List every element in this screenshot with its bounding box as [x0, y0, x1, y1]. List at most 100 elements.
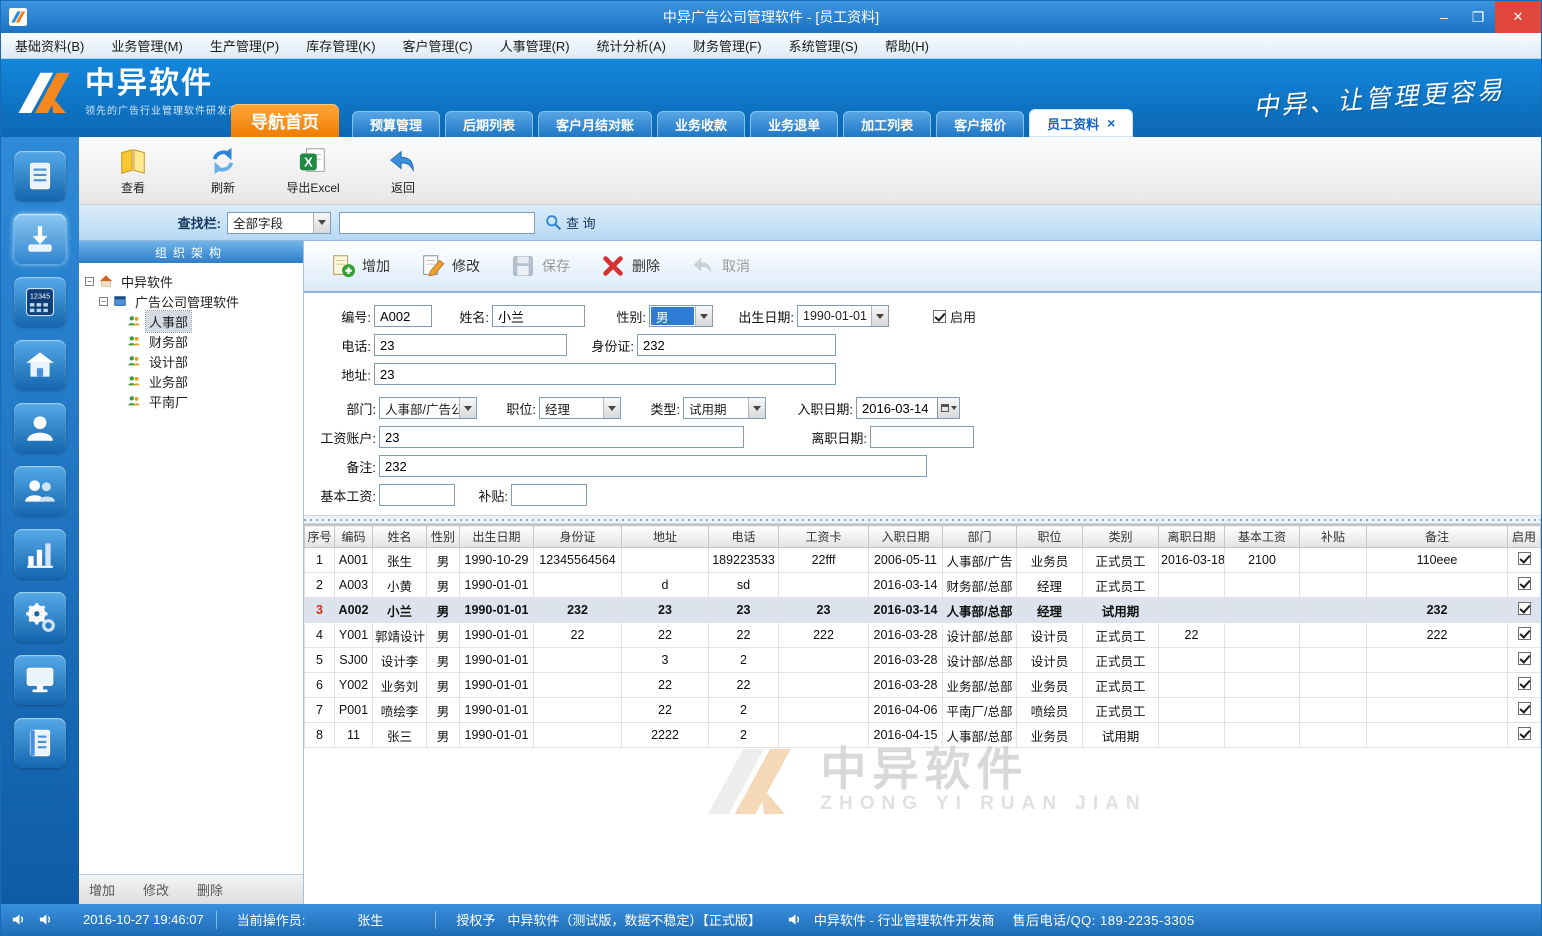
- code-field[interactable]: [374, 305, 432, 327]
- collapse-icon[interactable]: −: [99, 297, 108, 306]
- tree-item-department[interactable]: 设计部: [85, 351, 297, 371]
- row-enabled-checkbox[interactable]: [1518, 602, 1531, 615]
- table-row[interactable]: 4Y001郭靖设计男1990-01-012222222222016-03-28设…: [305, 623, 1541, 648]
- calendar-icon[interactable]: [938, 397, 960, 419]
- idcard-field[interactable]: [637, 334, 836, 356]
- hire-date-field[interactable]: [856, 397, 938, 419]
- back-button[interactable]: 返回: [375, 146, 431, 196]
- chevron-down-icon[interactable]: [695, 306, 712, 326]
- nav-tab[interactable]: 客户报价: [936, 111, 1024, 137]
- dept-select[interactable]: 人事部/广告公: [379, 397, 477, 419]
- tree-item-department[interactable]: 财务部: [85, 331, 297, 351]
- column-header[interactable]: 基本工资: [1225, 526, 1300, 548]
- settings-icon[interactable]: [14, 592, 66, 642]
- chevron-down-icon[interactable]: [871, 306, 888, 326]
- column-header[interactable]: 工资卡: [779, 526, 869, 548]
- user-icon[interactable]: [14, 403, 66, 453]
- type-select[interactable]: 试用期: [683, 397, 766, 419]
- download-icon[interactable]: [14, 214, 66, 264]
- calculator-icon[interactable]: 12345: [14, 277, 66, 327]
- tree-item-root[interactable]: − 中异软件: [85, 271, 297, 291]
- delete-record-button[interactable]: 删除: [600, 253, 660, 279]
- company-icon[interactable]: [14, 340, 66, 390]
- tab-home[interactable]: 导航首页: [231, 104, 339, 137]
- menu-item[interactable]: 业务管理(M): [111, 36, 183, 55]
- menu-item[interactable]: 客户管理(C): [403, 36, 473, 55]
- position-select[interactable]: 经理: [539, 397, 621, 419]
- nav-tab[interactable]: 业务收款: [657, 111, 745, 137]
- splitter-handle[interactable]: [304, 515, 1541, 524]
- table-row[interactable]: 5SJ00设计李男1990-01-01322016-03-28设计部/总部设计员…: [305, 648, 1541, 673]
- search-query-button[interactable]: 查 询: [545, 213, 596, 232]
- search-field-select[interactable]: 全部字段: [227, 212, 331, 234]
- tree-item-department[interactable]: 业务部: [85, 371, 297, 391]
- tree-item-department[interactable]: 人事部: [85, 311, 297, 331]
- column-header[interactable]: 备注: [1367, 526, 1508, 548]
- menu-item[interactable]: 人事管理(R): [500, 36, 570, 55]
- table-row[interactable]: 2A003小黄男1990-01-01dsd2016-03-14财务部/总部经理正…: [305, 573, 1541, 598]
- tree-add-button[interactable]: 增加: [89, 880, 115, 899]
- column-header[interactable]: 序号: [305, 526, 335, 548]
- menu-item[interactable]: 统计分析(A): [597, 36, 666, 55]
- column-header[interactable]: 启用: [1508, 526, 1541, 548]
- row-enabled-checkbox[interactable]: [1518, 727, 1531, 740]
- nav-tab[interactable]: 加工列表: [843, 111, 931, 137]
- row-enabled-checkbox[interactable]: [1518, 652, 1531, 665]
- cancel-record-button[interactable]: 取消: [690, 253, 750, 279]
- speaker-icon[interactable]: [787, 912, 802, 927]
- speaker-icon[interactable]: [38, 912, 53, 927]
- tree-item-software[interactable]: − 广告公司管理软件: [85, 291, 297, 311]
- chevron-down-icon[interactable]: [459, 398, 476, 418]
- table-row[interactable]: 3A002小兰男1990-01-012322323232016-03-14人事部…: [305, 598, 1541, 623]
- nav-tab[interactable]: 客户月结对账: [538, 111, 652, 137]
- name-field[interactable]: [492, 305, 585, 327]
- salary-account-field[interactable]: [379, 426, 744, 448]
- menu-item[interactable]: 基础资料(B): [15, 36, 84, 55]
- view-button[interactable]: 查看: [105, 146, 161, 196]
- allowance-field[interactable]: [511, 484, 587, 506]
- nav-tab[interactable]: 业务退单: [750, 111, 838, 137]
- column-header[interactable]: 部门: [943, 526, 1017, 548]
- column-header[interactable]: 职位: [1017, 526, 1083, 548]
- enabled-checkbox-group[interactable]: 启用: [933, 307, 976, 326]
- column-header[interactable]: 地址: [622, 526, 709, 548]
- tree-delete-button[interactable]: 删除: [197, 880, 223, 899]
- chevron-down-icon[interactable]: [603, 398, 620, 418]
- column-header[interactable]: 姓名: [373, 526, 427, 548]
- nav-tab[interactable]: 后期列表: [445, 111, 533, 137]
- row-enabled-checkbox[interactable]: [1518, 577, 1531, 590]
- tree-modify-button[interactable]: 修改: [143, 880, 169, 899]
- save-record-button[interactable]: 保存: [510, 253, 570, 279]
- speaker-icon[interactable]: [11, 912, 26, 927]
- search-input[interactable]: [339, 212, 535, 234]
- column-header[interactable]: 补贴: [1300, 526, 1367, 548]
- column-header[interactable]: 出生日期: [460, 526, 534, 548]
- collapse-icon[interactable]: −: [85, 277, 94, 286]
- column-header[interactable]: 类别: [1083, 526, 1159, 548]
- column-header[interactable]: 电话: [709, 526, 779, 548]
- column-header[interactable]: 离职日期: [1159, 526, 1225, 548]
- refresh-button[interactable]: 刷新: [195, 146, 251, 196]
- tab-active-employee-data[interactable]: 员工资料 ×: [1029, 109, 1133, 137]
- export-excel-button[interactable]: X 导出Excel: [285, 146, 341, 196]
- modify-record-button[interactable]: 修改: [420, 253, 480, 279]
- tree-item-department[interactable]: 平南厂: [85, 391, 297, 411]
- column-header[interactable]: 身份证: [534, 526, 622, 548]
- menu-item[interactable]: 系统管理(S): [789, 36, 858, 55]
- users-icon[interactable]: [14, 466, 66, 516]
- monitor-icon[interactable]: [14, 655, 66, 705]
- chevron-down-icon[interactable]: [748, 398, 765, 418]
- table-row[interactable]: 1A001张生男1990-10-291234556456418922353322…: [305, 548, 1541, 573]
- table-row[interactable]: 7P001喷绘李男1990-01-012222016-04-06平南厂/总部喷绘…: [305, 698, 1541, 723]
- note-field[interactable]: [379, 455, 927, 477]
- birth-date-select[interactable]: 1990-01-01: [797, 305, 889, 327]
- menu-item[interactable]: 财务管理(F): [693, 36, 762, 55]
- column-header[interactable]: 入职日期: [869, 526, 943, 548]
- notebook-icon[interactable]: [14, 718, 66, 768]
- menu-item[interactable]: 库存管理(K): [306, 36, 375, 55]
- phone-field[interactable]: [374, 334, 567, 356]
- table-row[interactable]: 6Y002业务刘男1990-01-0122222016-03-28业务部/总部业…: [305, 673, 1541, 698]
- menu-item[interactable]: 生产管理(P): [210, 36, 279, 55]
- chart-icon[interactable]: [14, 529, 66, 579]
- gender-select[interactable]: 男: [649, 305, 713, 327]
